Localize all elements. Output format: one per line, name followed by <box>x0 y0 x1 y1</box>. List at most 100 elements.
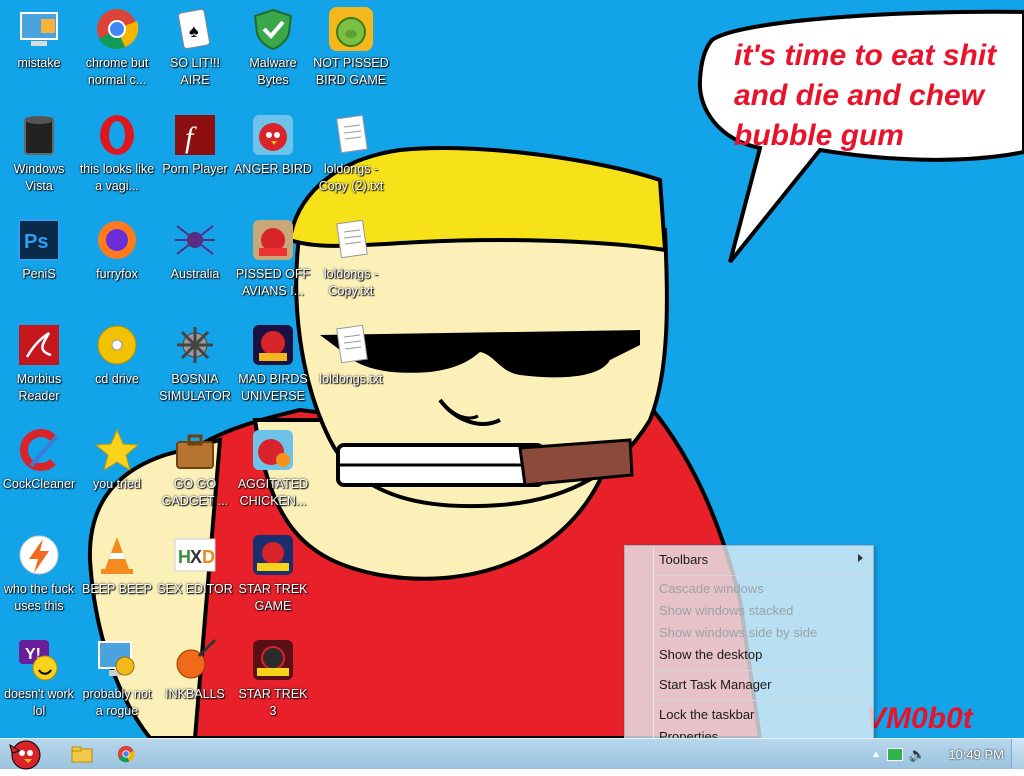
opera-icon <box>94 112 140 158</box>
desktop-icon-lightning-app[interactable]: who the fuck uses this <box>0 532 78 615</box>
desktop-icon-loldongs[interactable]: loldongs.txt <box>312 322 390 388</box>
angry-bird-chicken-icon <box>250 427 296 473</box>
desktop-icon-angry-birds[interactable]: ANGER BIRD <box>234 112 312 178</box>
clock[interactable]: 10:49 PM <box>948 747 1004 762</box>
submenu-arrow-icon <box>858 554 863 562</box>
desktop-icon-inkball[interactable]: INKBALLS <box>156 637 234 703</box>
desktop-icon-opera[interactable]: this looks like a vagi... <box>78 112 156 195</box>
taskbar-chrome-button[interactable] <box>106 742 146 766</box>
icon-label: Malware Bytes <box>249 56 297 87</box>
desktop-icon-vlc[interactable]: BEEP BEEP <box>78 532 156 598</box>
show-hidden-icons-arrow-icon[interactable]: ▲ <box>871 749 881 760</box>
icon-label: cd drive <box>95 372 139 386</box>
taskbar[interactable]: ▲ 🔈 10:49 PM <box>0 735 1024 771</box>
icon-label: NOT PISSED BIRD GAME <box>313 56 389 87</box>
flash-icon: f <box>172 112 218 158</box>
desktop-icon-yahoo-messenger[interactable]: Y! doesn't work lol <box>0 637 78 720</box>
menu-item-show-windows-stacked[interactable]: Show windows stacked <box>659 600 793 622</box>
icon-label: Windows Vista <box>13 162 65 193</box>
text-file-icon <box>328 322 374 368</box>
menu-separator <box>657 700 869 701</box>
menu-item-start-task-manager[interactable]: Start Task Manager <box>659 674 771 696</box>
desktop-icon-angry-birds-seasons[interactable]: PISSED OFF AVIANS I... <box>234 217 312 300</box>
desktop-icon-firefox[interactable]: furryfox <box>78 217 156 283</box>
desktop-icon-hxd[interactable]: HXD SEX EDITOR <box>156 532 234 598</box>
taskbar-explorer-button[interactable] <box>62 742 102 766</box>
desktop-icon-adobe-reader[interactable]: Morbius Reader <box>0 322 78 405</box>
icon-label: SEX EDITOR <box>157 582 233 596</box>
menu-item-label: Show the desktop <box>659 647 763 662</box>
menu-item-show-windows-side-by-side[interactable]: Show windows side by side <box>659 622 817 644</box>
mine-icon <box>172 322 218 368</box>
menu-item-toolbars[interactable]: Toolbars <box>659 549 708 571</box>
icon-label: PISSED OFF AVIANS I... <box>235 267 311 298</box>
computer-icon <box>16 6 62 52</box>
icon-label: BOSNIA SIMULATOR <box>159 372 231 403</box>
angry-birds-space-icon <box>250 322 296 368</box>
desktop-icon-solitaire[interactable]: ♠ SO LIT!!! AIRE <box>156 6 234 89</box>
icon-label: you tried <box>93 477 141 491</box>
spider-solitaire-icon <box>172 217 218 263</box>
desktop-icon-angry-birds-star-wars[interactable]: STAR TREK GAME <box>234 532 312 615</box>
desktop-icon-minesweeper[interactable]: BOSNIA SIMULATOR <box>156 322 234 405</box>
speech-line: bubble gum <box>734 119 904 152</box>
desktop-icon-settings-tool[interactable]: probably not a rogue <box>78 637 156 720</box>
desktop-icon-you-tried[interactable]: you tried <box>78 427 156 493</box>
chrome-icon <box>94 6 140 52</box>
icon-label: doesn't work lol <box>4 687 74 718</box>
desktop-icon-loldongs-copy[interactable]: loldongs - Copy.txt <box>312 217 390 300</box>
menu-item-label: Show windows side by side <box>659 625 818 640</box>
chrome-icon <box>117 745 135 763</box>
artist-signature: VM0b0t <box>866 702 973 735</box>
menu-item-show-the-desktop[interactable]: Show the desktop <box>659 644 762 666</box>
start-button[interactable] <box>2 735 46 771</box>
ccleaner-icon <box>16 427 62 473</box>
pdf-reader-icon <box>16 322 62 368</box>
desktop-icon-recycle-bin[interactable]: Windows Vista <box>0 112 78 195</box>
menu-item-label: Cascade windows <box>659 581 764 596</box>
shield-icon <box>250 6 296 52</box>
desktop[interactable]: it's time to eat shit and die and chew b… <box>0 0 1024 738</box>
desktop-icon-photoshop[interactable]: Ps PeniS <box>0 217 78 283</box>
desktop-icon-angry-chicken[interactable]: AGGITATED CHICKEN... <box>234 427 312 510</box>
desktop-icon-angry-birds-space[interactable]: MAD BIRDS UNIVERSE <box>234 322 312 405</box>
photoshop-icon: Ps <box>16 217 62 263</box>
menu-item-label: Start Task Manager <box>659 677 772 692</box>
star-icon <box>94 427 140 473</box>
icon-label: SO LIT!!! AIRE <box>169 56 220 87</box>
menu-item-label: Properties <box>659 729 719 738</box>
desktop-icon-loldongs-copy-2[interactable]: loldongs - Copy (2).txt <box>312 112 390 195</box>
icon-label: CockCleaner <box>2 477 76 491</box>
angry-bird-icon <box>250 112 296 158</box>
icon-label: mistake <box>17 56 61 70</box>
menu-item-properties[interactable]: Properties <box>659 726 718 738</box>
desktop-icon-mistake[interactable]: mistake <box>0 6 78 72</box>
icon-label: PeniS <box>22 267 56 281</box>
icon-label: MAD BIRDS UNIVERSE <box>238 372 308 403</box>
speech-line: and die and chew <box>734 79 985 112</box>
desktop-icon-flash-player[interactable]: f Porn Player <box>156 112 234 178</box>
menu-item-lock-the-taskbar[interactable]: Lock the taskbar <box>659 704 754 726</box>
icon-label: loldongs - Copy.txt <box>323 267 379 298</box>
menu-separator <box>657 670 869 671</box>
trash-bin-icon <box>16 112 62 158</box>
icon-label: probably not a rogue <box>82 687 152 718</box>
desktop-icon-gadgets[interactable]: GO GO GADGET ... <box>156 427 234 510</box>
icon-label: who the fuck uses this <box>3 582 75 613</box>
network-icon[interactable] <box>886 747 903 761</box>
desktop-icon-angry-birds-star-wars-2[interactable]: STAR TREK 3 <box>234 637 312 720</box>
menu-item-label: Show windows stacked <box>659 603 794 618</box>
show-desktop-button[interactable] <box>1011 739 1024 769</box>
desktop-icon-malwarebytes[interactable]: Malware Bytes <box>234 6 312 89</box>
desktop-icon-ccleaner[interactable]: CockCleaner <box>0 427 78 493</box>
desktop-icon-bad-piggies[interactable]: NOT PISSED BIRD GAME <box>312 6 390 89</box>
icon-label: BEEP BEEP <box>82 582 152 596</box>
solitaire-icon: ♠ <box>172 6 218 52</box>
desktop-icon-spider-solitaire[interactable]: Australia <box>156 217 234 283</box>
menu-item-cascade-windows[interactable]: Cascade windows <box>659 578 764 600</box>
desktop-icon-cd-drive[interactable]: cd drive <box>78 322 156 388</box>
volume-icon[interactable]: 🔈 <box>909 746 926 763</box>
desktop-icon-chrome[interactable]: chrome but normal c... <box>78 6 156 89</box>
explorer-icon <box>71 746 93 763</box>
angry-bird-start-icon <box>9 740 41 770</box>
